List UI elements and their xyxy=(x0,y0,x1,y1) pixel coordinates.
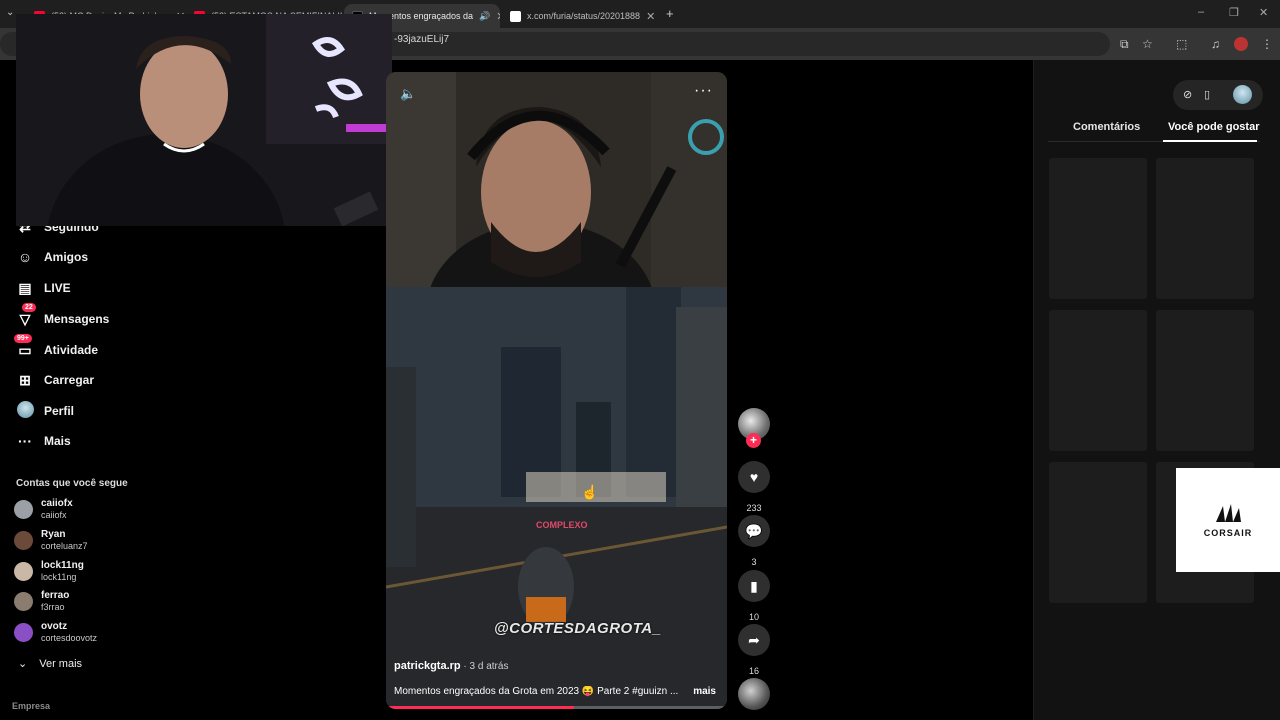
sidebar-item-profile[interactable]: Perfil xyxy=(16,399,74,423)
upload-icon: ⊞ xyxy=(19,371,31,388)
avatar xyxy=(14,531,33,550)
heart-icon[interactable]: ♥ xyxy=(738,461,770,493)
chevron-down-icon: ⌄ xyxy=(18,658,28,670)
video-webcam-section: 🔈 ··· xyxy=(386,72,727,402)
comment-action[interactable]: 💬 3 xyxy=(738,515,770,567)
corsair-sails-icon xyxy=(1216,504,1241,522)
sidebar-item-upload[interactable]: ⊞ Carregar xyxy=(16,368,94,392)
suggested-video-thumb[interactable] xyxy=(1156,310,1254,451)
media-control-icon[interactable]: ♫ xyxy=(1211,37,1220,51)
video-webcam-scene xyxy=(386,72,727,402)
top-controls-pill: ⊘ ▯ xyxy=(1173,80,1263,110)
corsair-ad[interactable]: CORSAIR xyxy=(1176,468,1280,572)
comment-count: 3 xyxy=(751,557,757,567)
cast-icon[interactable]: ⧉ xyxy=(1120,37,1129,52)
profile-avatar-icon xyxy=(16,401,34,421)
video-options-icon[interactable]: ··· xyxy=(694,82,713,100)
followed-account-2[interactable]: Ryan corteluanz7 xyxy=(14,529,88,552)
url-text[interactable]: -93jazuELij7 xyxy=(394,34,449,45)
webcam-overlay xyxy=(16,14,392,226)
profile-avatar-icon[interactable] xyxy=(1234,37,1248,51)
save-count: 10 xyxy=(748,612,759,622)
audio-playing-icon[interactable]: 🔊 xyxy=(479,11,490,22)
activity-badge: 99+ xyxy=(14,333,32,343)
active-tab-indicator xyxy=(1163,140,1257,142)
compass-icon[interactable]: ⊘ xyxy=(1183,88,1192,101)
sidebar-item-activity[interactable]: ▭ 99+ Atividade xyxy=(14,333,98,362)
webcam-scene xyxy=(16,14,392,226)
suggested-video-thumb[interactable] xyxy=(1049,158,1147,299)
share-icon[interactable]: ➦ xyxy=(738,624,770,656)
share-count: 16 xyxy=(748,666,759,676)
gameplay-scene xyxy=(386,287,727,709)
follow-plus-icon[interactable]: + xyxy=(746,433,761,448)
share-action[interactable]: ➦ 16 xyxy=(738,624,770,676)
new-tab-icon[interactable]: + xyxy=(666,6,674,21)
save-action[interactable]: ▮ 10 xyxy=(738,570,770,622)
avatar xyxy=(14,623,33,642)
video-caption: Momentos engraçados da Grota em 2023 😝 P… xyxy=(394,686,679,697)
music-disc-avatar[interactable] xyxy=(738,678,770,710)
x-icon xyxy=(510,10,521,22)
hand-cursor-icon: ☝ xyxy=(581,484,599,500)
user-avatar[interactable] xyxy=(1233,85,1252,104)
sidebar-item-friends[interactable]: ☺ Amigos xyxy=(16,245,88,269)
mobile-icon[interactable]: ▯ xyxy=(1204,88,1210,101)
more-icon: ··· xyxy=(18,433,32,449)
followed-account-5[interactable]: ovotz cortesdoovotz xyxy=(14,621,97,644)
sidebar-item-more[interactable]: ··· Mais xyxy=(16,429,71,453)
messages-icon: ▽ 22 xyxy=(16,302,36,328)
footer-company-link[interactable]: Empresa xyxy=(12,701,50,711)
overlay-brand-text: COMPLEXO xyxy=(536,520,588,530)
volume-icon[interactable]: 🔈 xyxy=(400,86,416,102)
tab-you-may-like[interactable]: Você pode gostar xyxy=(1168,121,1259,133)
followed-account-3[interactable]: lock11ng lock11ng xyxy=(14,560,84,583)
post-time: · 3 d atrás xyxy=(460,661,509,672)
see-more-button[interactable]: ⌄ Ver mais xyxy=(18,657,82,671)
video-player[interactable]: 🔈 ··· COMPLEXO @CORTESDAGROTA_ patrickgt… xyxy=(386,72,727,709)
like-count: 233 xyxy=(746,503,762,513)
video-watermark: @CORTESDAGROTA_ xyxy=(494,620,662,637)
activity-icon: ▭ 99+ xyxy=(14,333,34,359)
bookmark-icon[interactable]: ▮ xyxy=(738,570,770,602)
tab-search-icon[interactable]: ⌄ xyxy=(6,7,14,18)
suggested-video-thumb[interactable] xyxy=(1156,158,1254,299)
sidebar-item-messages[interactable]: ▽ 22 Mensagens xyxy=(16,302,109,331)
caption-more-button[interactable]: mais xyxy=(693,686,716,697)
close-tab-icon[interactable]: ✕ xyxy=(646,10,655,23)
avatar xyxy=(14,592,33,611)
tab-comments[interactable]: Comentários xyxy=(1073,121,1140,133)
maximize-icon[interactable]: ❐ xyxy=(1229,6,1239,19)
browser-tab-4[interactable]: x.com/furia/status/20201888 ✕ xyxy=(502,4,658,28)
ad-brand-text: CORSAIR xyxy=(1203,528,1253,538)
sidebar-item-live[interactable]: ▤ LIVE xyxy=(16,276,70,300)
minimize-icon[interactable]: – xyxy=(1198,6,1204,18)
video-author[interactable]: patrickgta.rp · 3 d atrás xyxy=(394,660,508,672)
video-progress-bar[interactable] xyxy=(386,706,727,709)
messages-badge: 22 xyxy=(22,302,36,312)
avatar xyxy=(14,500,33,519)
followed-account-4[interactable]: ferrao f3rrao xyxy=(14,590,69,613)
avatar xyxy=(14,562,33,581)
live-icon: ▤ xyxy=(18,279,32,296)
extensions-icon[interactable]: ⬚ xyxy=(1176,37,1187,51)
following-accounts-title: Contas que você segue xyxy=(16,478,128,489)
followed-account-1[interactable]: caiiofx caiiofx xyxy=(14,498,73,521)
menu-dots-icon[interactable]: ⋮ xyxy=(1261,37,1273,51)
video-gameplay-section: COMPLEXO xyxy=(386,287,727,709)
friends-icon: ☺ xyxy=(17,249,33,265)
bookmark-star-icon[interactable]: ☆ xyxy=(1142,37,1153,51)
author-username[interactable]: patrickgta.rp xyxy=(394,660,461,672)
suggested-video-thumb[interactable] xyxy=(1049,462,1147,603)
video-progress-fill xyxy=(386,706,574,709)
close-tab-icon[interactable]: ✕ xyxy=(496,10,500,23)
comment-icon[interactable]: 💬 xyxy=(738,515,770,547)
suggested-video-thumb[interactable] xyxy=(1049,310,1147,451)
close-window-icon[interactable]: ✕ xyxy=(1259,6,1268,19)
like-action[interactable]: ♥ 233 xyxy=(738,461,770,513)
